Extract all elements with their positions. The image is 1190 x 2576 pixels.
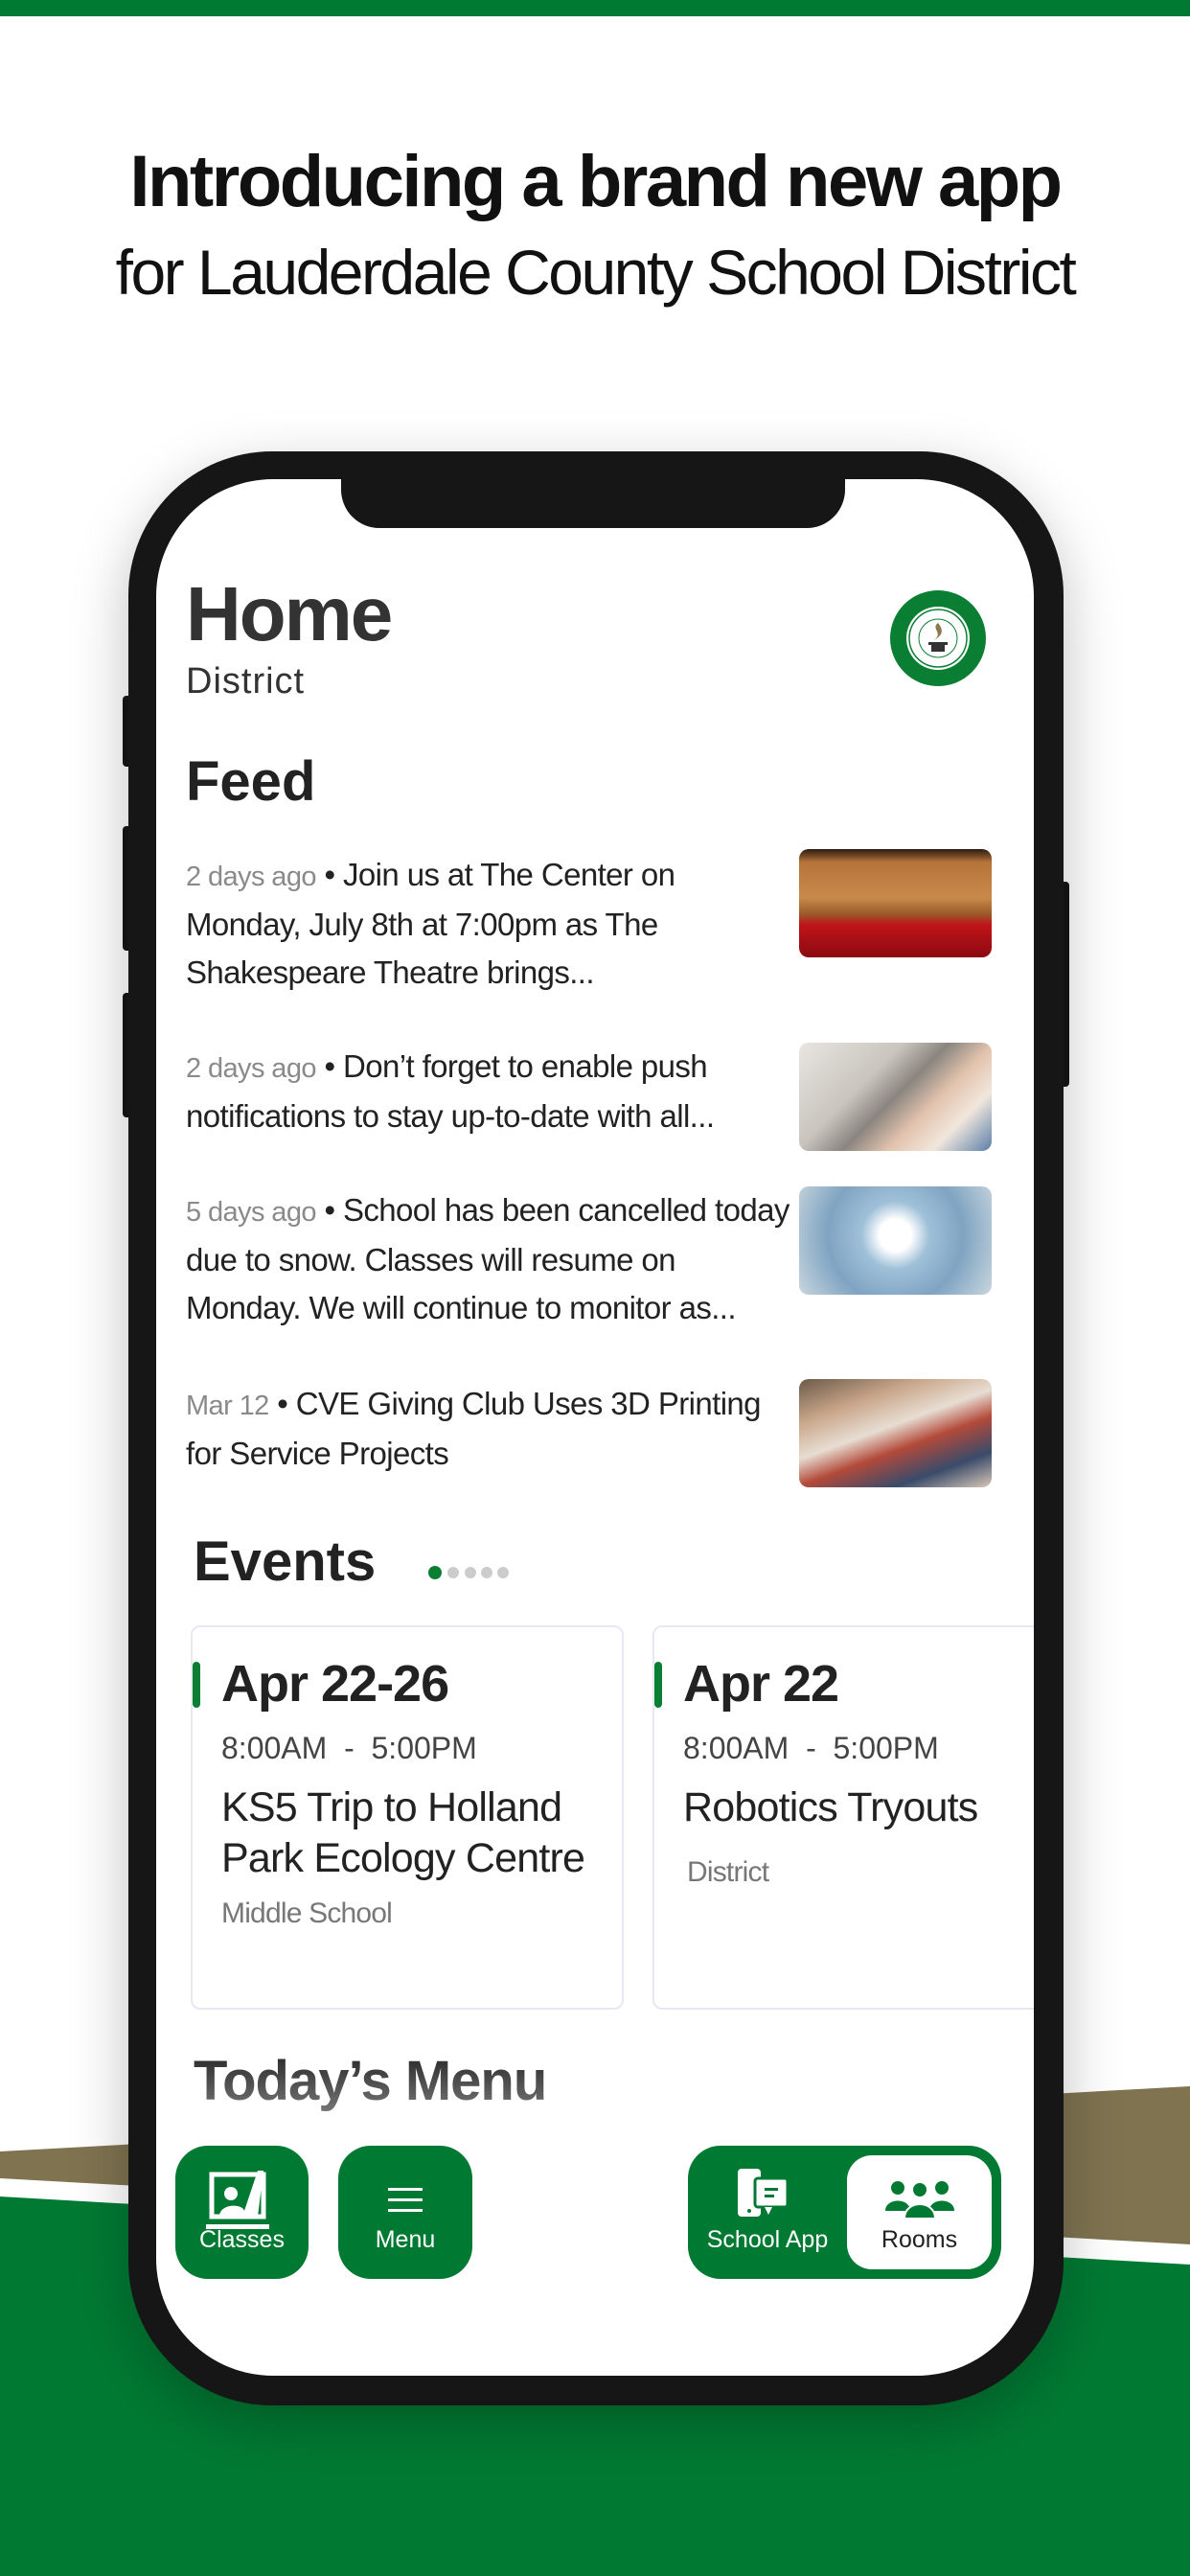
feed-item-time: 5 days ago (186, 1197, 316, 1228)
nav-school-app-label: School App (706, 2226, 829, 2253)
events-heading: Events (194, 1530, 377, 1593)
feed-item[interactable]: 2 days ago • Don’t forget to enable push… (186, 1043, 790, 1140)
event-location: Middle School (221, 1898, 393, 1929)
nav-classes-label: Classes (199, 2226, 285, 2253)
page-title: Home (186, 571, 393, 656)
nav-menu-button[interactable]: Menu (338, 2146, 472, 2279)
events-page-dot[interactable] (481, 1567, 492, 1578)
nav-school-app-button[interactable]: School App (688, 2146, 847, 2279)
top-brand-bar (0, 0, 1190, 16)
phone-in-hand-image[interactable] (799, 1043, 992, 1151)
event-title: Robotics Tryouts District (683, 1782, 1034, 1898)
snowflake-mittens-image[interactable] (799, 1186, 992, 1295)
events-page-dot[interactable] (465, 1567, 476, 1578)
event-card[interactable]: Apr 22-26 8:00AM - 5:00PM KS5 Trip to Ho… (191, 1625, 624, 2010)
todays-menu-heading: Today’s Menu (194, 2050, 547, 2112)
event-title-text: Robotics Tryouts (683, 1784, 978, 1830)
nav-rooms-label: Rooms (881, 2226, 958, 2253)
events-page-dot[interactable] (447, 1567, 459, 1578)
classroom-image[interactable] (799, 1379, 992, 1487)
feed-item-text: CVE Giving Club Uses 3D Printing for Ser… (186, 1386, 762, 1471)
feed-item-time: 2 days ago (186, 1053, 316, 1084)
nav-group: School App Rooms (688, 2146, 1001, 2279)
feed-item-time: 2 days ago (186, 862, 316, 892)
event-title: KS5 Trip to Holland Park Ecology Centre … (221, 1782, 624, 1939)
feed-item[interactable]: Mar 12 • CVE Giving Club Uses 3D Printin… (186, 1380, 790, 1478)
feed-item-time: Mar 12 (186, 1391, 269, 1421)
district-seal-icon (906, 607, 970, 670)
feed-item[interactable]: 5 days ago • School has been cancelled t… (186, 1186, 790, 1332)
nav-rooms-button[interactable]: Rooms (847, 2155, 992, 2269)
district-logo[interactable] (890, 590, 986, 686)
events-page-dot-active[interactable] (428, 1566, 442, 1579)
hamburger-icon (388, 2188, 423, 2212)
feed-heading: Feed (186, 750, 316, 813)
classroom-icon (206, 2171, 269, 2229)
events-page-dot[interactable] (497, 1567, 509, 1578)
event-time: 8:00AM - 5:00PM (221, 1731, 477, 1765)
event-accent-bar (193, 1662, 200, 1708)
page-subtitle: District (186, 661, 306, 702)
headline-title: Introducing a brand new app (129, 141, 1063, 222)
people-icon (885, 2181, 954, 2219)
event-accent-bar (654, 1662, 662, 1708)
feed-item[interactable]: 2 days ago • Join us at The Center on Mo… (186, 851, 790, 997)
theatre-seats-image[interactable] (799, 849, 992, 957)
phone-screen: Home District Feed 2 days ago • Join us … (156, 479, 1034, 2376)
headline-subtitle: for Lauderdale County School District (115, 237, 1077, 308)
phone-notch (341, 479, 845, 528)
event-date: Apr 22-26 (221, 1655, 449, 1713)
event-time: 8:00AM - 5:00PM (683, 1731, 939, 1765)
event-date: Apr 22 (683, 1655, 839, 1713)
nav-menu-label: Menu (375, 2226, 436, 2253)
nav-classes-button[interactable]: Classes (175, 2146, 309, 2279)
phone-chat-icon (738, 2169, 790, 2217)
event-title-text: KS5 Trip to Holland Park Ecology Centre (221, 1784, 585, 1881)
event-location: District (687, 1856, 769, 1888)
event-card[interactable]: Apr 22 8:00AM - 5:00PM Robotics Tryouts … (652, 1625, 1034, 2010)
